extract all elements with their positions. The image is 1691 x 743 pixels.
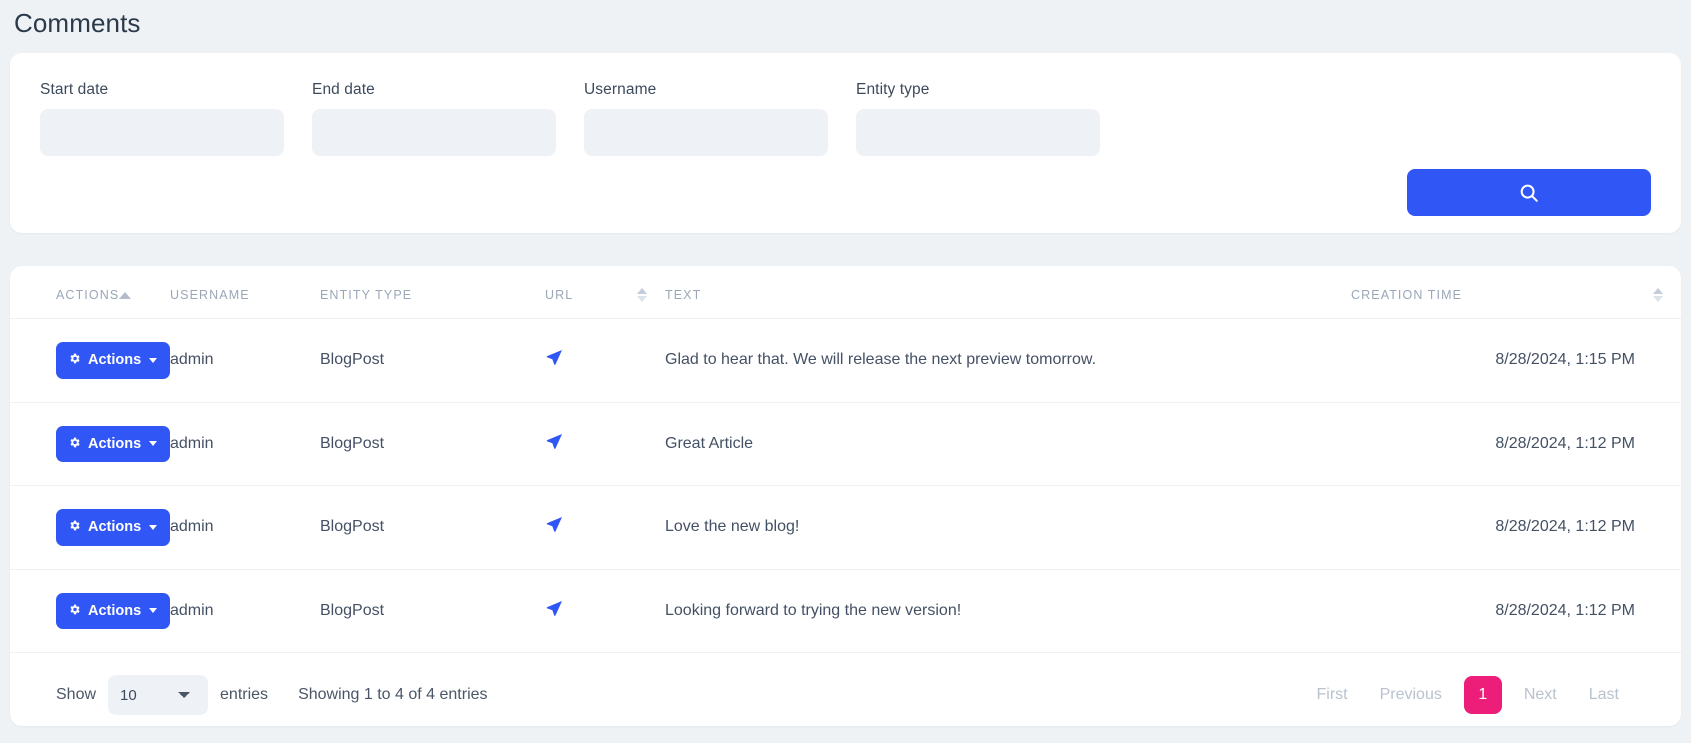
send-icon[interactable] bbox=[545, 432, 564, 451]
showing-entries-info: Showing 1 to 4 of 4 entries bbox=[298, 686, 488, 703]
search-icon bbox=[1518, 182, 1540, 204]
row-actions-label: Actions bbox=[88, 519, 142, 535]
chevron-down-icon bbox=[149, 524, 158, 530]
send-icon[interactable] bbox=[545, 599, 564, 618]
entity-type-input[interactable] bbox=[856, 109, 1100, 156]
filter-row: Start date End date Username Entity type bbox=[40, 81, 1651, 156]
table-row: Actions admin BlogPost Looking forward t… bbox=[10, 569, 1681, 653]
column-header-text-label: Text bbox=[665, 288, 702, 302]
cell-actions: Actions bbox=[10, 402, 171, 486]
column-header-text[interactable]: Text bbox=[665, 266, 1351, 319]
entity-type-label: Entity type bbox=[856, 81, 930, 98]
chevron-down-icon bbox=[149, 608, 158, 614]
table-row: Actions admin BlogPost Great Article 8/2… bbox=[10, 402, 1681, 486]
cell-creation-time: 8/28/2024, 1:12 PM bbox=[1351, 485, 1681, 570]
column-header-url-label: URL bbox=[545, 288, 574, 302]
page-size-select[interactable]: 10 25 50 100 bbox=[108, 675, 209, 715]
gear-icon bbox=[68, 603, 81, 620]
cell-text: Looking forward to trying the new versio… bbox=[665, 569, 1351, 653]
column-header-actions[interactable]: Actions bbox=[10, 266, 170, 319]
cell-username: admin bbox=[170, 318, 320, 403]
username-label: Username bbox=[584, 81, 657, 98]
table-header-row: Actions Username Entity type bbox=[10, 266, 1681, 319]
cell-text: Great Article bbox=[665, 402, 1351, 486]
page-title: Comments bbox=[14, 8, 141, 38]
pagination-last[interactable]: Last bbox=[1573, 678, 1635, 712]
pagination-page-1[interactable]: 1 bbox=[1463, 676, 1502, 714]
pagination-next[interactable]: Next bbox=[1508, 678, 1573, 712]
sort-both-icon-url[interactable] bbox=[637, 288, 665, 302]
username-input[interactable] bbox=[584, 109, 828, 156]
pagination-first[interactable]: First bbox=[1300, 678, 1363, 712]
column-header-username-label: Username bbox=[170, 288, 250, 302]
table-head: Actions Username Entity type bbox=[10, 266, 1681, 319]
entries-label: entries bbox=[220, 686, 269, 703]
sort-asc-icon[interactable] bbox=[119, 291, 171, 299]
filter-field-username: Username bbox=[584, 81, 828, 156]
comments-table: Actions Username Entity type bbox=[10, 266, 1681, 653]
pagination-previous[interactable]: Previous bbox=[1364, 678, 1458, 712]
filter-card: Start date End date Username Entity type bbox=[10, 53, 1681, 233]
search-button[interactable] bbox=[1407, 169, 1651, 216]
cell-entity-type: BlogPost bbox=[320, 485, 545, 570]
cell-url bbox=[545, 402, 665, 486]
column-header-creation-time-label: Creation time bbox=[1351, 288, 1463, 302]
cell-actions: Actions bbox=[10, 485, 171, 570]
gear-icon bbox=[68, 352, 81, 369]
send-icon[interactable] bbox=[545, 348, 564, 367]
table-body: Actions admin BlogPost Glad to hear that… bbox=[10, 318, 1681, 653]
cell-creation-time: 8/28/2024, 1:12 PM bbox=[1351, 569, 1681, 653]
cell-entity-type: BlogPost bbox=[320, 318, 545, 403]
filter-field-end-date: End date bbox=[312, 81, 556, 156]
row-actions-label: Actions bbox=[88, 602, 142, 619]
row-actions-button[interactable]: Actions bbox=[56, 509, 171, 546]
cell-actions: Actions bbox=[10, 569, 171, 653]
cell-username: admin bbox=[170, 402, 320, 486]
send-icon[interactable] bbox=[545, 515, 564, 534]
table-row: Actions admin BlogPost Love the new blog… bbox=[10, 485, 1681, 570]
cell-url bbox=[545, 569, 665, 653]
row-actions-button[interactable]: Actions bbox=[56, 425, 171, 462]
cell-username: admin bbox=[170, 485, 320, 570]
row-actions-button[interactable]: Actions bbox=[56, 342, 171, 379]
table-row: Actions admin BlogPost Glad to hear that… bbox=[10, 318, 1681, 403]
cell-text: Love the new blog! bbox=[665, 485, 1351, 570]
sort-both-icon-creation-time[interactable] bbox=[1653, 288, 1681, 302]
gear-icon bbox=[68, 436, 81, 453]
chevron-down-icon bbox=[149, 357, 158, 363]
row-actions-label: Actions bbox=[88, 352, 142, 368]
gear-icon bbox=[68, 519, 81, 536]
pagination: First Previous 1 Next Last bbox=[1300, 676, 1635, 714]
column-header-url[interactable]: URL bbox=[545, 266, 665, 319]
column-header-creation-time[interactable]: Creation time bbox=[1351, 266, 1681, 319]
end-date-label: End date bbox=[312, 81, 375, 98]
cell-creation-time: 8/28/2024, 1:15 PM bbox=[1351, 318, 1681, 403]
show-label: Show bbox=[56, 686, 97, 703]
filter-field-start-date: Start date bbox=[40, 81, 284, 156]
cell-url bbox=[545, 485, 665, 570]
chevron-down-icon bbox=[149, 441, 158, 447]
cell-creation-time: 8/28/2024, 1:12 PM bbox=[1351, 402, 1681, 486]
cell-entity-type: BlogPost bbox=[320, 569, 545, 653]
cell-entity-type: BlogPost bbox=[320, 402, 545, 486]
row-actions-label: Actions bbox=[88, 435, 142, 452]
cell-actions: Actions bbox=[10, 318, 171, 403]
filter-field-entity-type: Entity type bbox=[856, 81, 1100, 156]
table-footer: Show 10 25 50 100 entries Showing 1 to 4… bbox=[10, 653, 1681, 715]
cell-username: admin bbox=[170, 569, 320, 653]
cell-url bbox=[545, 318, 665, 403]
start-date-input[interactable] bbox=[40, 109, 284, 156]
cell-text: Glad to hear that. We will release the n… bbox=[665, 318, 1351, 403]
row-actions-button[interactable]: Actions bbox=[56, 592, 171, 629]
start-date-label: Start date bbox=[40, 81, 109, 98]
column-header-username[interactable]: Username bbox=[170, 266, 320, 319]
comments-table-card: Actions Username Entity type bbox=[10, 266, 1681, 726]
column-header-entity-type[interactable]: Entity type bbox=[320, 266, 545, 319]
column-header-actions-label: Actions bbox=[56, 288, 120, 302]
end-date-input[interactable] bbox=[312, 109, 556, 156]
column-header-entity-type-label: Entity type bbox=[320, 288, 413, 302]
comments-page: Comments Start date End date Username En… bbox=[0, 0, 1691, 743]
